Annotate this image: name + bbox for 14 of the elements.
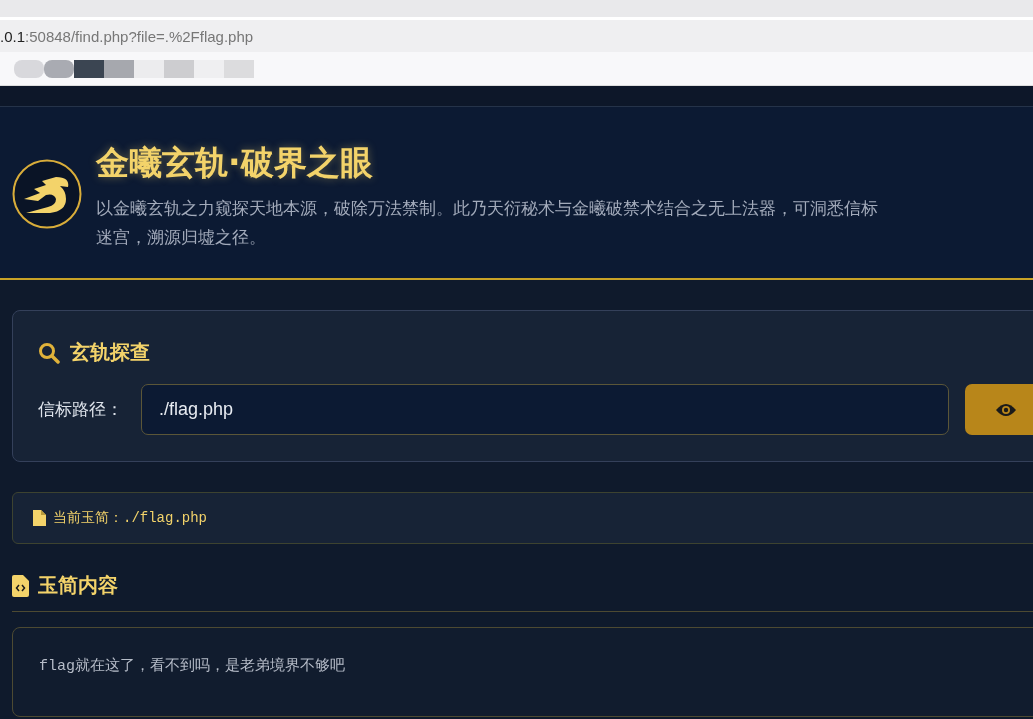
search-icon [38, 341, 60, 364]
card-title: 玄轨探查 [70, 339, 150, 366]
page-title: 金曦玄轨·破界之眼 [96, 142, 374, 184]
dragon-logo-icon [12, 159, 82, 229]
content-heading: 玉简内容 [38, 572, 118, 599]
path-input-field[interactable]: ./flag.php [141, 384, 949, 435]
page-description: 以金曦玄轨之力窥探天地本源，破除万法禁制。此乃天衍秘术与金曦破禁术结合之无上法器，可洞悉信标迷宫，溯源归墟之径。 [96, 198, 879, 249]
file-content-text: flag就在这了，看不到吗，是老弟境界不够吧 [39, 656, 345, 674]
current-file-path: 当前玉简：./flag.php [53, 509, 207, 527]
eye-icon [995, 401, 1017, 418]
file-icon [33, 510, 46, 526]
code-file-icon [12, 574, 29, 597]
path-label: 信标路径： [38, 398, 124, 421]
address-bar-url[interactable]: .0.1:50848/find.php?file=.%2Fflag.php [0, 27, 254, 45]
